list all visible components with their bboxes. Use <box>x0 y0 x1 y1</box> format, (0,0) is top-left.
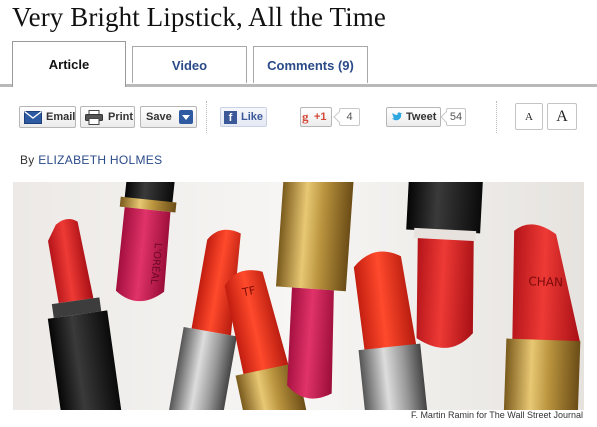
google-icon: g <box>302 109 309 124</box>
article-photo-lipsticks: L'ORÉAL TF CHAN <box>13 182 584 410</box>
tab-comments[interactable]: Comments (9) <box>253 46 368 83</box>
share-toolbar: Email Print Save f Like g +1 4 Tweet 54 … <box>0 101 597 133</box>
font-large-label: A <box>556 107 568 125</box>
tab-video[interactable]: Video <box>132 46 247 83</box>
email-label: Email <box>46 111 76 123</box>
tab-article[interactable]: Article <box>12 41 126 87</box>
tab-article-label: Article <box>48 57 90 72</box>
toolbar-separator <box>206 101 207 133</box>
email-button[interactable]: Email <box>19 106 76 128</box>
save-button[interactable]: Save <box>140 106 197 128</box>
tweet-label: Tweet <box>406 111 437 123</box>
photo-credit: F. Martin Ramin for The Wall Street Jour… <box>410 410 583 420</box>
print-button[interactable]: Print <box>80 106 135 128</box>
tweet-count: 54 <box>446 108 466 126</box>
font-size-increase-button[interactable]: A <box>547 103 577 130</box>
print-label: Print <box>108 111 134 123</box>
google-plus-count: 4 <box>339 108 360 126</box>
author-link[interactable]: ELIZABETH HOLMES <box>38 153 162 167</box>
font-small-label: A <box>525 110 533 123</box>
printer-icon <box>85 109 103 125</box>
google-plus-one-button[interactable]: g +1 <box>300 107 332 127</box>
chevron-down-icon[interactable] <box>179 110 193 124</box>
byline: By ELIZABETH HOLMES <box>20 153 162 167</box>
font-size-decrease-button[interactable]: A <box>515 103 543 130</box>
facebook-icon: f <box>224 110 237 124</box>
envelope-icon <box>24 110 42 124</box>
byline-prefix: By <box>20 153 35 167</box>
tab-video-label: Video <box>171 57 208 73</box>
facebook-like-button[interactable]: f Like <box>220 107 267 127</box>
tab-comments-label: Comments (9) <box>267 57 354 73</box>
tweet-count-value: 54 <box>449 111 463 123</box>
facebook-like-label: Like <box>241 111 264 123</box>
google-plus-label: +1 <box>314 111 327 123</box>
toolbar-separator <box>496 101 497 133</box>
save-label: Save <box>146 111 172 123</box>
google-plus-count-value: 4 <box>346 111 353 123</box>
article-headline: Very Bright Lipstick, All the Time <box>12 2 386 32</box>
brand-chanel-text: CHAN <box>528 274 563 289</box>
twitter-bird-icon <box>391 112 403 122</box>
tweet-button[interactable]: Tweet <box>386 107 441 127</box>
